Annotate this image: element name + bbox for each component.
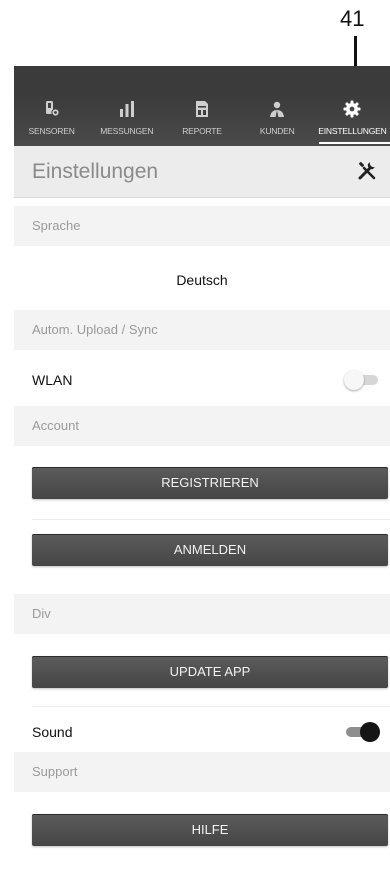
- tools-icon[interactable]: [356, 160, 378, 182]
- language-select[interactable]: Deutsch: [14, 250, 390, 312]
- divider: [32, 519, 390, 520]
- wlan-label: WLAN: [32, 372, 73, 388]
- section-header-account: Account: [14, 406, 390, 446]
- tab-einstellungen[interactable]: EINSTELLUNGEN: [315, 94, 390, 146]
- tab-label: SENSOREN: [28, 126, 75, 136]
- divider: [32, 706, 390, 707]
- sound-toggle[interactable]: [344, 722, 380, 742]
- customers-icon: [266, 98, 288, 120]
- wlan-toggle[interactable]: [344, 370, 380, 390]
- tab-sensoren[interactable]: SENSOREN: [14, 94, 89, 146]
- top-nav-bar: SENSOREN MESSUNGEN REPORTE KUNDEN EINSTE…: [14, 66, 390, 146]
- section-header-sprache: Sprache: [14, 206, 390, 246]
- register-button[interactable]: REGISTRIEREN: [32, 467, 388, 499]
- page-title: Einstellungen: [32, 160, 159, 183]
- toggle-knob: [360, 722, 380, 742]
- gear-icon: [341, 98, 363, 120]
- tab-label: MESSUNGEN: [100, 126, 154, 136]
- tab-label: REPORTE: [182, 126, 222, 136]
- tab-kunden[interactable]: KUNDEN: [240, 94, 315, 146]
- section-header-support: Support: [14, 752, 390, 792]
- section-header-upload: Autom. Upload / Sync: [14, 310, 390, 350]
- wlan-row: WLAN: [14, 352, 390, 408]
- sensor-icon: [41, 98, 63, 120]
- section-header-div: Div: [14, 594, 390, 634]
- sound-row: Sound: [14, 712, 390, 752]
- language-value: Deutsch: [176, 272, 228, 288]
- page-header: Einstellungen: [14, 146, 390, 198]
- toggle-knob: [344, 370, 364, 390]
- callout-number: 41: [340, 6, 365, 31]
- nav-tabs: SENSOREN MESSUNGEN REPORTE KUNDEN EINSTE…: [14, 94, 390, 146]
- tab-label: EINSTELLUNGEN: [318, 126, 387, 136]
- tab-messungen[interactable]: MESSUNGEN: [89, 94, 164, 146]
- tab-label: KUNDEN: [259, 126, 295, 136]
- login-button[interactable]: ANMELDEN: [32, 534, 388, 566]
- sound-label: Sound: [32, 724, 73, 740]
- bar-chart-icon: [116, 98, 138, 120]
- report-icon: [191, 98, 213, 120]
- tab-reporte[interactable]: REPORTE: [164, 94, 239, 146]
- update-app-button[interactable]: UPDATE APP: [32, 656, 388, 688]
- help-button[interactable]: HILFE: [32, 814, 388, 846]
